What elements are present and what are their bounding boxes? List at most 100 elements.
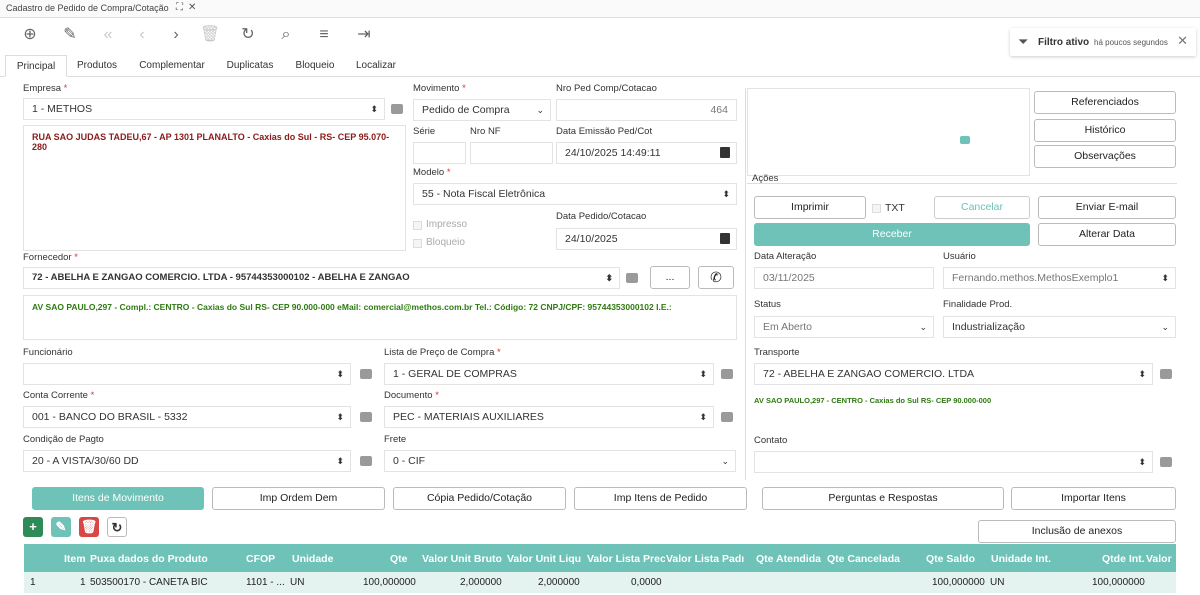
nronf-field[interactable] (470, 142, 553, 164)
cancelar-button[interactable]: Cancelar (934, 196, 1030, 219)
txt-checkbox[interactable] (872, 204, 881, 213)
close-icon[interactable]: ✕ (188, 2, 196, 13)
funcionario-select[interactable]: ⬍ (23, 363, 351, 385)
close-filter-icon[interactable]: ✕ (1177, 33, 1188, 49)
col-lista-prec[interactable]: Valor Lista Prec (587, 553, 665, 565)
table-row[interactable]: 1 1 503500170 - CANETA BIC 1101 - ... UN… (24, 572, 1176, 593)
add-icon[interactable]: ⊕ (18, 24, 42, 46)
maximize-icon[interactable]: ⛶ (176, 2, 183, 13)
documento-select[interactable]: PEC - MATERIAIS AUXILIARES ⬍ (384, 406, 714, 428)
datapedido-field[interactable]: 24/10/2025 (556, 228, 737, 250)
trash-icon[interactable]: 🗑 (198, 24, 222, 46)
finalidade-select[interactable]: Industrialização ⌄ (943, 316, 1176, 338)
lookup-icon[interactable] (360, 412, 372, 422)
listapreco-select[interactable]: 1 - GERAL DE COMPRAS ⬍ (384, 363, 714, 385)
fornecedor-select[interactable]: 72 - ABELHA E ZANGAO COMERCIO. LTDA - 95… (23, 267, 620, 289)
whatsapp-icon[interactable]: ✆ (698, 266, 734, 289)
cell-unidade: UN (290, 577, 305, 588)
col-liquido[interactable]: Valor Unit Liqu (507, 553, 587, 565)
contato-select[interactable]: ⬍ (754, 451, 1153, 473)
delete-row-icon[interactable]: 🗑 (79, 517, 99, 537)
imprimir-button[interactable]: Imprimir (754, 196, 866, 219)
lookup-icon[interactable] (721, 412, 733, 422)
col-valor[interactable]: Valor (1146, 553, 1172, 565)
grid-header: Item Puxa dados do Produto CFOP Unidade … (24, 544, 1176, 572)
col-bruto[interactable]: Valor Unit Bruto (422, 553, 506, 565)
cell-bruto: 2,000000 (460, 577, 502, 588)
lookup-icon[interactable] (1160, 457, 1172, 467)
refresh-icon[interactable]: ↻ (236, 24, 260, 46)
usuario-select[interactable]: Fernando.methos.MethosExemplo1 ⬍ (943, 267, 1176, 289)
tab-bloqueio[interactable]: Bloqueio (290, 55, 340, 77)
frete-select[interactable]: 0 - CIF ⌄ (384, 450, 736, 472)
itens-movimento-button[interactable]: Itens de Movimento (32, 487, 204, 510)
impresso-checkbox[interactable] (413, 221, 422, 230)
tab-principal[interactable]: Principal (5, 55, 67, 77)
nronf-label: Nro NF (470, 126, 501, 137)
tab-complementar[interactable]: Complementar (133, 55, 211, 77)
col-item[interactable]: Item (64, 553, 86, 565)
tab-produtos[interactable]: Produtos (70, 55, 124, 77)
alterar-data-button[interactable]: Alterar Data (1038, 223, 1176, 246)
dataemissao-field[interactable]: 24/10/2025 14:49:11 (556, 142, 737, 164)
bloqueio-checkbox[interactable] (413, 239, 422, 248)
tab-localizar[interactable]: Localizar (352, 55, 400, 77)
edit-icon[interactable]: ✎ (58, 24, 82, 46)
col-cfop[interactable]: CFOP (246, 553, 275, 565)
add-row-icon[interactable]: + (23, 517, 43, 537)
search-icon[interactable]: ⌕ (274, 24, 298, 46)
calendar-icon[interactable] (720, 233, 730, 244)
txt-label: TXT (885, 202, 905, 214)
lookup-icon[interactable] (360, 369, 372, 379)
movimento-select[interactable]: Pedido de Compra ⌄ (413, 99, 551, 121)
lookup-icon[interactable] (721, 369, 733, 379)
modelo-select[interactable]: 55 - Nota Fiscal Eletrônica ⬍ (413, 183, 737, 205)
transporte-select[interactable]: 72 - ABELHA E ZANGAO COMERCIO. LTDA ⬍ (754, 363, 1153, 385)
perguntas-button[interactable]: Perguntas e Respostas (762, 487, 1004, 510)
edit-row-icon[interactable]: ✎ (51, 517, 71, 537)
menu-icon[interactable]: ≡ (312, 24, 336, 46)
enviar-email-button[interactable]: Enviar E-mail (1038, 196, 1176, 219)
more-button[interactable]: ... (650, 266, 690, 289)
condicao-select[interactable]: 20 - A VISTA/30/60 DD ⬍ (23, 450, 351, 472)
col-qte[interactable]: Qte (390, 553, 408, 565)
col-atendida[interactable]: Qte Atendida (756, 553, 821, 565)
exit-icon[interactable]: ⇥ (352, 24, 376, 46)
col-unidade-int[interactable]: Unidade Int. (991, 553, 1051, 565)
serie-field[interactable] (413, 142, 466, 164)
imp-ordem-dem-button[interactable]: Imp Ordem Dem (212, 487, 385, 510)
cell-saldo: 100,000000 (932, 577, 985, 588)
imp-itens-pedido-button[interactable]: Imp Itens de Pedido (574, 487, 747, 510)
importar-itens-button[interactable]: Importar Itens (1011, 487, 1176, 510)
col-unidade[interactable]: Unidade (292, 553, 333, 565)
row-number: 1 (30, 577, 36, 588)
lookup-icon[interactable] (360, 456, 372, 466)
next-icon[interactable]: › (164, 24, 188, 46)
copia-pedido-button[interactable]: Cópia Pedido/Cotação (393, 487, 566, 510)
observacoes-button[interactable]: Observações (1034, 145, 1176, 168)
col-cancelada[interactable]: Qte Cancelada (827, 553, 900, 565)
funcionario-label: Funcionário (23, 347, 73, 358)
status-select[interactable]: Em Aberto ⌄ (754, 316, 934, 338)
col-produto[interactable]: Puxa dados do Produto (90, 553, 210, 565)
col-lista-padrao[interactable]: Valor Lista Padı (666, 553, 746, 565)
inclusao-anexos-button[interactable]: Inclusão de anexos (978, 520, 1176, 543)
lookup-icon[interactable] (391, 104, 403, 114)
nroped-field[interactable]: 464 (556, 99, 737, 121)
calendar-icon[interactable] (720, 147, 730, 158)
first-icon[interactable]: « (96, 24, 120, 46)
col-saldo[interactable]: Qte Saldo (926, 553, 975, 565)
refresh-grid-icon[interactable]: ↻ (107, 517, 127, 537)
prev-icon[interactable]: ‹ (130, 24, 154, 46)
tab-duplicatas[interactable]: Duplicatas (222, 55, 278, 77)
lookup-icon[interactable] (626, 273, 638, 283)
contacorrente-select[interactable]: 001 - BANCO DO BRASIL - 5332 ⬍ (23, 406, 351, 428)
receber-button[interactable]: Receber (754, 223, 1030, 246)
movimento-label: Movimento * (413, 83, 466, 94)
lookup-icon[interactable] (1160, 369, 1172, 379)
col-qtde-int[interactable]: Qtde Int. (1102, 553, 1145, 565)
dataalt-field[interactable]: 03/11/2025 (754, 267, 934, 289)
empresa-select[interactable]: 1 - METHOS ⬍ (23, 98, 385, 120)
referenciados-button[interactable]: Referenciados (1034, 91, 1176, 114)
historico-button[interactable]: Histórico (1034, 119, 1176, 142)
